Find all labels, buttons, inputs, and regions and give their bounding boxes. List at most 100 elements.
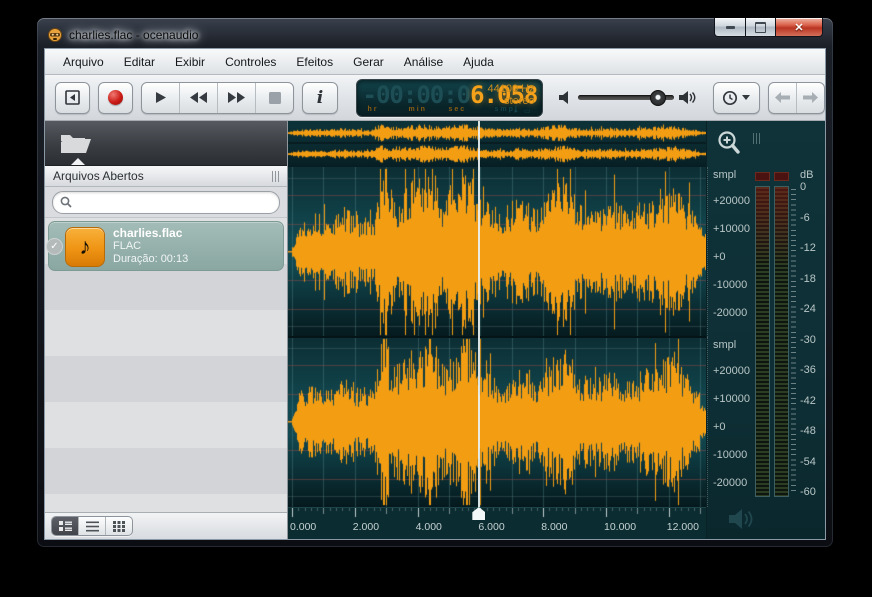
meter-footer — [707, 507, 825, 537]
amp-scale-left: smpl+20000+10000+0-10000-20000 — [707, 167, 754, 337]
sample-rate: 44100 Hz — [488, 83, 535, 95]
zoom-in-icon[interactable] — [715, 129, 743, 157]
db-unit-label: dB — [800, 169, 813, 181]
lcd-format-info: 44100 Hz stereo — [488, 83, 535, 107]
menu-bar: ArquivoEditarExibirControlesEfeitosGerar… — [45, 49, 825, 75]
amp-scale-label: +0 — [713, 251, 726, 263]
db-tick-strip — [791, 189, 796, 495]
timeline-label: 4.000 — [416, 521, 442, 533]
amp-scale-label: -20000 — [713, 307, 747, 319]
clip-indicator-left[interactable] — [755, 172, 770, 181]
amp-scale-label: -10000 — [713, 279, 747, 291]
monitor-speaker-icon[interactable] — [729, 509, 755, 529]
time-display: -00:00:06.058 hr min sec smpl 44100 Hz s… — [356, 79, 543, 117]
play-button[interactable] — [142, 83, 179, 113]
menu-item-6[interactable]: Análise — [394, 50, 453, 74]
menu-item-0[interactable]: Arquivo — [53, 50, 114, 74]
db-scale-label: -60 — [800, 486, 816, 498]
waveform-channel-right[interactable] — [288, 337, 706, 507]
detail-view-button[interactable] — [52, 517, 78, 535]
file-format: FLAC — [113, 240, 188, 253]
file-duration: Duração: 00:13 — [113, 253, 188, 266]
meter-panel-grip[interactable] — [753, 133, 760, 144]
sidebar-tab-strip — [45, 121, 287, 166]
timeline-label: 12.000 — [667, 521, 699, 533]
db-scale-label: -12 — [800, 242, 816, 254]
skip-to-start-button[interactable] — [55, 82, 90, 114]
info-icon: i — [317, 88, 323, 108]
waveform-overview[interactable] — [288, 121, 706, 167]
amp-scale-label: +10000 — [713, 393, 750, 405]
menu-item-3[interactable]: Controles — [215, 50, 286, 74]
menu-item-7[interactable]: Ajuda — [453, 50, 504, 74]
menu-item-2[interactable]: Exibir — [165, 50, 215, 74]
sidebar: Arquivos Abertos ✓ ♪ — [45, 121, 288, 539]
time-format-dropdown-button[interactable] — [713, 82, 760, 114]
window-controls: ✕ — [714, 18, 823, 37]
timeline-label: 2.000 — [353, 521, 379, 533]
panel-header: Arquivos Abertos — [45, 166, 287, 187]
fast-forward-button[interactable] — [217, 83, 255, 113]
history-nav-group — [768, 82, 825, 114]
back-button[interactable] — [769, 83, 796, 113]
menu-item-1[interactable]: Editar — [114, 50, 165, 74]
speaker-low-icon — [559, 91, 573, 104]
lcd-unit-sec: sec — [449, 106, 467, 113]
search-box — [52, 191, 280, 214]
timeline-label: 10.000 — [604, 521, 636, 533]
window-title: charlies.flac - ocenaudio — [69, 28, 198, 42]
db-scale-label: -42 — [800, 395, 816, 407]
audio-file-icon: ♪ — [65, 227, 105, 267]
amp-scale-label: +0 — [713, 421, 726, 433]
right-panel: smpl+20000+10000+0-10000-20000 smpl+2000… — [706, 121, 825, 539]
lcd-unit-min: min — [409, 106, 427, 113]
volume-control — [559, 91, 697, 104]
search-input[interactable] — [77, 193, 272, 211]
clip-indicator-right[interactable] — [774, 172, 789, 181]
menu-item-5[interactable]: Gerar — [343, 50, 394, 74]
info-button[interactable]: i — [302, 82, 337, 114]
time-digits-dim: -00:00:0 — [363, 81, 471, 109]
volume-knob[interactable] — [650, 90, 666, 106]
timeline-label: 0.000 — [290, 521, 316, 533]
waveform-channel-left[interactable] — [288, 167, 706, 337]
search-icon — [60, 196, 72, 208]
level-meter-left — [755, 186, 770, 497]
file-list-item-selected[interactable]: ✓ ♪ charlies.flac FLAC Duração: 00:13 — [48, 221, 284, 271]
right-panel-header — [707, 121, 825, 167]
sidebar-bottom-bar — [45, 512, 287, 539]
grid-view-icon — [113, 521, 125, 532]
clock-icon — [722, 90, 738, 106]
app-icon — [47, 27, 63, 43]
timeline-ruler[interactable]: 0.0002.0004.0006.0008.00010.00012.000 — [288, 507, 706, 539]
channel-divider — [288, 336, 706, 338]
list-view-button[interactable] — [78, 517, 105, 535]
menu-item-4[interactable]: Efeitos — [286, 50, 343, 74]
titlebar: charlies.flac - ocenaudio — [47, 25, 198, 45]
amp-scale-label: +10000 — [713, 223, 750, 235]
waveform-channels — [288, 167, 706, 507]
file-list[interactable]: ✓ ♪ charlies.flac FLAC Duração: 00:13 — [45, 218, 287, 512]
timeline-label: 6.000 — [478, 521, 504, 533]
forward-button[interactable] — [796, 83, 824, 113]
arrow-left-icon — [775, 92, 790, 103]
open-files-folder-icon[interactable] — [59, 130, 93, 156]
file-name: charlies.flac — [113, 226, 188, 240]
minimize-button[interactable] — [714, 18, 746, 37]
waveform-area: 0.0002.0004.0006.0008.00010.00012.000 — [288, 121, 706, 539]
arrow-right-icon — [803, 92, 818, 103]
record-button[interactable] — [98, 82, 133, 114]
panel-grip[interactable] — [272, 171, 279, 182]
stop-icon — [269, 92, 281, 104]
rewind-button[interactable] — [179, 83, 217, 113]
stop-button[interactable] — [255, 83, 293, 113]
active-tab-notch — [71, 158, 85, 165]
volume-slider[interactable] — [578, 95, 674, 100]
main-area: Arquivos Abertos ✓ ♪ — [45, 121, 825, 539]
grid-view-button[interactable] — [105, 517, 132, 535]
close-button[interactable]: ✕ — [776, 18, 823, 37]
chevron-down-icon — [742, 95, 750, 100]
maximize-button[interactable] — [746, 18, 776, 37]
window-content: ArquivoEditarExibirControlesEfeitosGerar… — [44, 48, 826, 540]
amp-scale-right: smpl+20000+10000+0-10000-20000 — [707, 337, 754, 507]
